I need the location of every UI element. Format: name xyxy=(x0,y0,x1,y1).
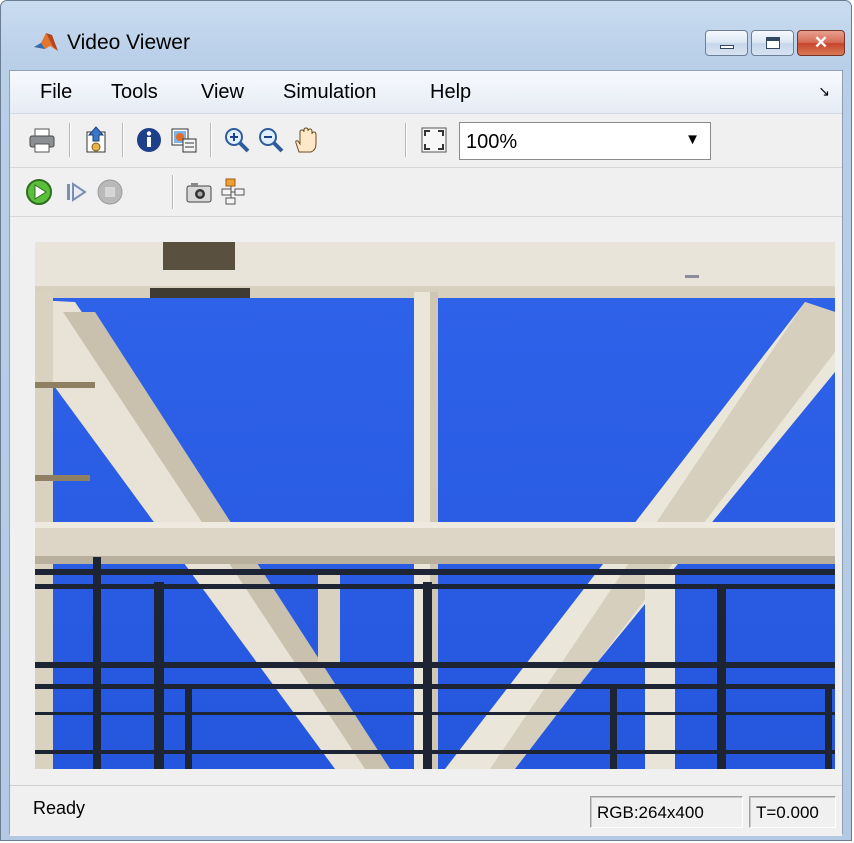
run-icon xyxy=(26,179,52,205)
status-bar: Ready RGB:264x400 T=0.000 xyxy=(10,785,842,836)
main-toolbar: 100% ▼ xyxy=(10,114,842,168)
step-forward-icon xyxy=(67,182,87,202)
zoom-level-select[interactable]: 100% ▼ xyxy=(459,122,711,160)
print-icon xyxy=(29,128,55,153)
pan-icon xyxy=(295,127,317,153)
menu-bar: File Tools View Simulation Help ↘ xyxy=(10,71,842,114)
fit-to-view-button[interactable] xyxy=(420,126,448,154)
client-area: File Tools View Simulation Help ↘ 100% ▼… xyxy=(9,70,843,836)
export-icon xyxy=(86,126,106,153)
menu-file[interactable]: File xyxy=(40,81,72,104)
zoom-level-value: 100% xyxy=(466,131,518,153)
video-viewer-window: Video Viewer ✕ File Tools View Simulatio… xyxy=(0,0,852,841)
maximize-icon xyxy=(766,37,780,49)
zoom-in-icon xyxy=(225,128,250,153)
close-button[interactable]: ✕ xyxy=(797,30,845,56)
video-viewport xyxy=(10,217,842,797)
stop-icon xyxy=(97,179,123,205)
snapshot-button[interactable] xyxy=(185,178,213,206)
menu-view[interactable]: View xyxy=(201,81,244,104)
matlab-logo-icon xyxy=(34,33,58,51)
playback-toolbar xyxy=(10,168,842,217)
window-title: Video Viewer xyxy=(67,31,190,54)
minimize-icon xyxy=(720,45,734,49)
run-button[interactable] xyxy=(25,178,53,206)
toolbar-separator xyxy=(122,123,124,157)
bridge-truss-image xyxy=(35,242,835,769)
fit-to-view-icon xyxy=(421,127,447,153)
highlight-block-icon xyxy=(221,178,245,205)
toolbar-separator xyxy=(172,175,174,209)
toolbar-separator xyxy=(405,123,407,157)
chevron-down-icon: ▼ xyxy=(685,131,700,148)
zoom-out-icon xyxy=(259,128,284,153)
zoom-in-button[interactable] xyxy=(223,126,251,154)
print-button[interactable] xyxy=(28,126,56,154)
zoom-out-button[interactable] xyxy=(257,126,285,154)
info-icon xyxy=(137,128,161,152)
highlight-block-button[interactable] xyxy=(220,178,248,206)
maximize-button[interactable] xyxy=(751,30,794,56)
pan-button[interactable] xyxy=(291,126,319,154)
close-icon: ✕ xyxy=(813,33,829,52)
menu-tools[interactable]: Tools xyxy=(111,81,158,104)
info-button[interactable] xyxy=(135,126,163,154)
toolbar-separator xyxy=(210,123,212,157)
step-forward-button[interactable] xyxy=(62,178,90,206)
export-button[interactable] xyxy=(82,126,110,154)
simulation-time-field: T=0.000 xyxy=(749,796,836,828)
menu-simulation[interactable]: Simulation xyxy=(283,81,376,104)
toolbar-separator xyxy=(69,123,71,157)
status-text: Ready xyxy=(33,798,86,818)
title-bar[interactable]: Video Viewer ✕ xyxy=(1,1,851,69)
image-dimensions-field: RGB:264x400 xyxy=(590,796,743,828)
stop-button[interactable] xyxy=(96,178,124,206)
image-properties-icon xyxy=(171,128,197,153)
menu-overflow-icon[interactable]: ↘ xyxy=(818,83,830,100)
menu-help[interactable]: Help xyxy=(430,81,471,104)
snapshot-icon xyxy=(186,183,212,203)
image-properties-button[interactable] xyxy=(170,126,198,154)
minimize-button[interactable] xyxy=(705,30,748,56)
video-frame[interactable] xyxy=(35,242,835,769)
